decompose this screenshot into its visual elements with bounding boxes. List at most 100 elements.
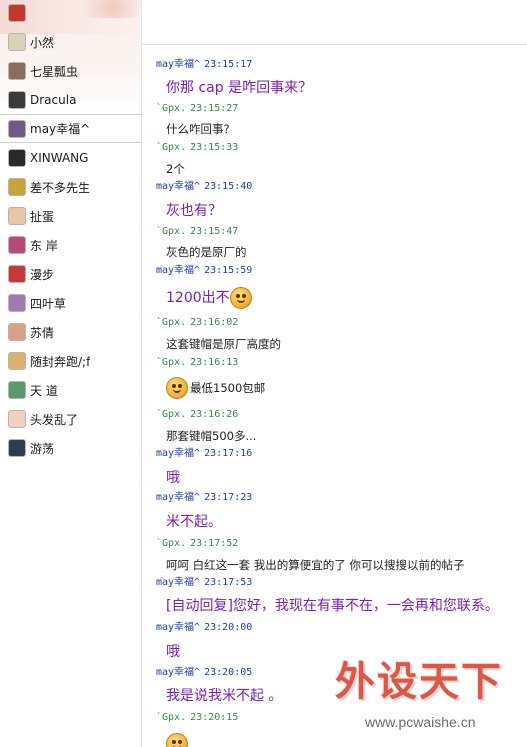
message-time: 23:20:15 (190, 712, 239, 723)
contact-item[interactable]: 小然 (0, 29, 141, 55)
message-time: 23:15:47 (190, 226, 239, 237)
sender-name: `Gpx. (156, 317, 187, 328)
contact-item[interactable]: 七星瓢虫 (0, 58, 141, 84)
avatar (8, 207, 26, 225)
contact-item-selected[interactable]: may幸福^ (0, 114, 141, 143)
contact-name: 游荡 (30, 441, 55, 456)
sender-name: `Gpx. (156, 712, 187, 723)
chat-top-bar (142, 0, 527, 45)
message-text: 灰也有？ (166, 203, 222, 219)
contact-item[interactable]: 东 岸 (0, 232, 141, 258)
contact-name: 漫步 (30, 267, 55, 282)
avatar (8, 265, 26, 283)
chat-log[interactable]: may幸福^ 23:15:17 你那 cap 是咋回事来？ `Gpx. 23:15:… (142, 45, 527, 747)
message-header: may幸福^ 23:15:17 (156, 58, 252, 72)
avatar (8, 352, 26, 370)
message-line: 1200出不 (166, 287, 252, 309)
message-text: 我是说我米不起 。 (166, 688, 283, 704)
message-text: 最低1500包邮 (190, 380, 266, 395)
message-header: may幸福^ 23:17:16 (156, 447, 252, 461)
contact-item[interactable]: XINWANG (0, 145, 141, 171)
grin-face-icon (166, 377, 188, 399)
sender-name: may幸福^ (156, 622, 201, 633)
message-text: 米不起。 (166, 514, 222, 530)
sender-name: `Gpx. (156, 226, 187, 237)
sender-name: `Gpx. (156, 538, 187, 549)
contact-item[interactable] (0, 0, 141, 26)
message-text: 灰色的是原厂的 (166, 245, 247, 259)
message-time: 23:15:17 (204, 59, 253, 70)
avatar (8, 62, 26, 80)
message-text: [自动回复]您好，我现在有事不在，一会再和您联系。 (166, 598, 499, 614)
contact-item[interactable]: 苏倩 (0, 319, 141, 345)
shy-face-icon (229, 287, 252, 309)
contact-item[interactable]: 四叶草 (0, 290, 141, 316)
message-time: 23:20:05 (204, 667, 253, 678)
contact-item[interactable]: 差不多先生 (0, 174, 141, 200)
message-time: 23:20:00 (204, 622, 253, 633)
message-header: may幸福^ 23:20:00 (156, 621, 252, 635)
message-time: 23:15:33 (190, 142, 239, 153)
contact-name: 天 道 (30, 383, 58, 398)
message-time: 23:16:26 (190, 409, 239, 420)
message-time: 23:15:27 (190, 103, 239, 114)
contact-name: 差不多先生 (30, 180, 91, 195)
avatar (8, 439, 26, 457)
avatar (8, 33, 26, 51)
sender-name: may幸福^ (156, 667, 201, 678)
message-text: 1200出不 (166, 290, 230, 306)
contact-name: 苏倩 (30, 325, 55, 340)
contact-item[interactable]: 扯蛋 (0, 203, 141, 229)
message-header: `Gpx. 23:15:27 (156, 102, 238, 116)
sender-name: may幸福^ (156, 448, 201, 459)
message-text: 你那 cap 是咋回事来？ (166, 80, 313, 96)
contact-name: 扯蛋 (30, 209, 55, 224)
sender-name: `Gpx. (156, 142, 187, 153)
message-header: `Gpx. 23:16:13 (156, 356, 238, 370)
contact-sidebar: 小然 七星瓢虫 Dracula may幸福^ XINWANG 差不多先生 扯蛋 … (0, 0, 142, 747)
sender-name: `Gpx. (156, 103, 187, 114)
avatar (8, 410, 26, 428)
avatar (8, 4, 26, 22)
message-line: 最低1500包邮 (166, 377, 265, 399)
avatar (8, 178, 26, 196)
message-text: 呵呵 白红这一套 我出的算便宜的了 你可以搜搜以前的帖子 (166, 558, 465, 572)
contact-name: may幸福^ (30, 122, 91, 136)
contact-name: XINWANG (30, 151, 89, 165)
message-time: 23:16:02 (190, 317, 239, 328)
message-header: `Gpx. 23:15:33 (156, 141, 238, 155)
contact-name: 随封奔跑/;f (30, 354, 91, 369)
contact-name: 七星瓢虫 (30, 64, 79, 79)
contact-item[interactable]: Dracula (0, 87, 141, 113)
message-text: 哦 (166, 470, 180, 486)
sender-name: may幸福^ (156, 265, 201, 276)
partial-face-icon (166, 733, 188, 747)
sender-name: `Gpx. (156, 409, 187, 420)
contact-name: 小然 (30, 35, 55, 50)
message-text: 这套键帽是原厂高度的 (166, 337, 281, 351)
sender-name: may幸福^ (156, 59, 201, 70)
contact-item[interactable]: 天 道 (0, 377, 141, 403)
message-header: `Gpx. 23:15:47 (156, 225, 238, 239)
message-text: 2个 (166, 162, 185, 176)
avatar (8, 149, 26, 167)
message-text: 哦 (166, 644, 180, 660)
sender-name: may幸福^ (156, 181, 201, 192)
message-header: `Gpx. 23:16:26 (156, 408, 238, 422)
message-time: 23:15:40 (204, 181, 253, 192)
contact-name: 四叶草 (30, 296, 67, 311)
message-time: 23:17:16 (204, 448, 253, 459)
message-header: `Gpx. 23:16:02 (156, 316, 238, 330)
message-header: may幸福^ 23:15:40 (156, 180, 252, 194)
contact-item[interactable]: 随封奔跑/;f (0, 348, 141, 374)
contact-item[interactable]: 游荡 (0, 435, 141, 461)
avatar (8, 381, 26, 399)
message-text: 那套键帽500多... (166, 429, 257, 443)
message-time: 23:15:59 (204, 265, 253, 276)
contact-item[interactable]: 漫步 (0, 261, 141, 287)
message-header: may幸福^ 23:15:59 (156, 264, 252, 278)
contact-item[interactable]: 头发乱了 (0, 406, 141, 432)
contact-name: Dracula (30, 93, 77, 107)
message-time: 23:17:53 (204, 577, 253, 588)
message-text: 什么咋回事? (166, 122, 230, 136)
